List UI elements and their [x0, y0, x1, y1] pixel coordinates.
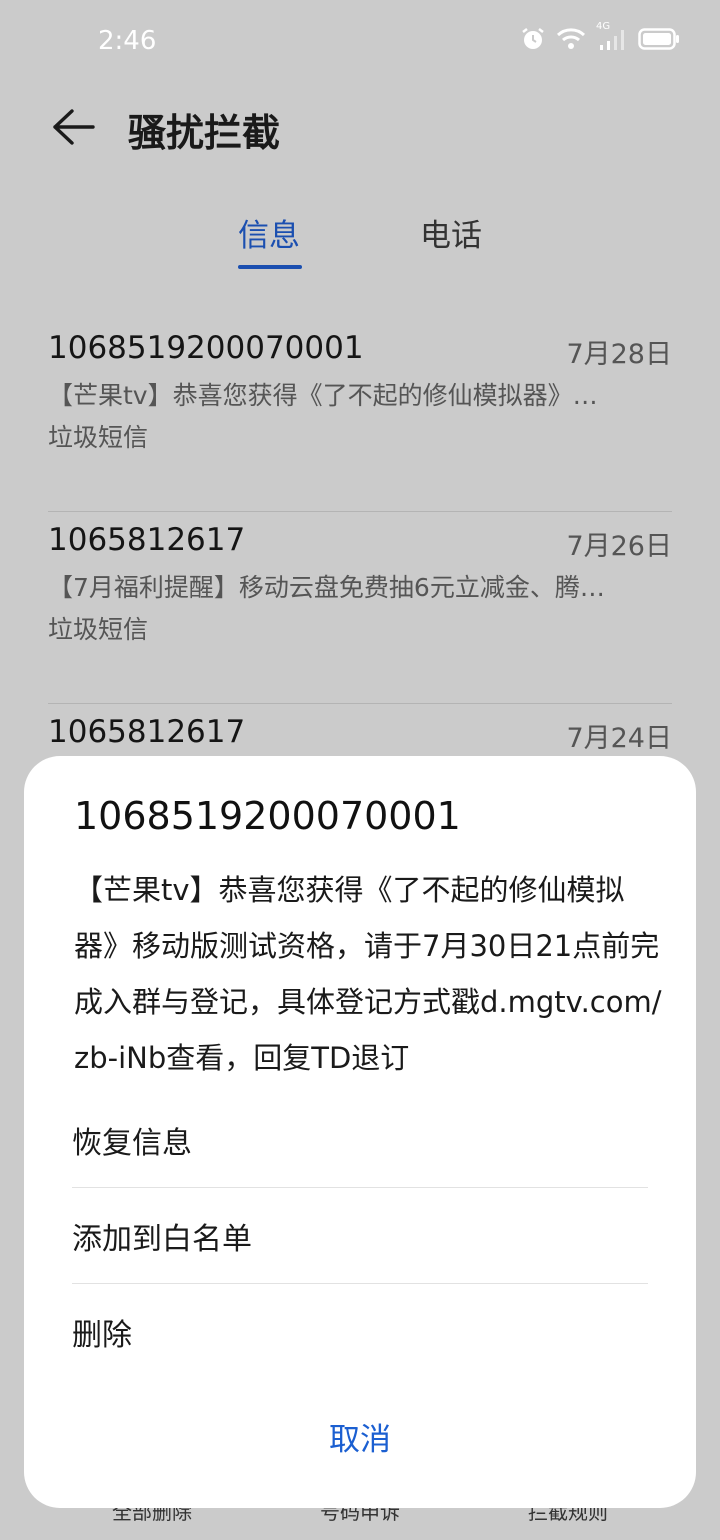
message-type: 垃圾短信: [48, 423, 149, 452]
wifi-icon: [556, 27, 586, 51]
add-to-whitelist-label: 添加到白名单: [72, 1221, 252, 1257]
restore-message-label: 恢复信息: [72, 1125, 192, 1161]
tab-bar: 信息 电话: [0, 210, 720, 280]
message-sender: 1065812617: [48, 714, 246, 750]
sheet-title: 1068519200070001: [74, 794, 461, 838]
message-preview: 【7月福利提醒】移动云盘免费抽6元立减金、腾…: [48, 573, 605, 602]
add-to-whitelist-button[interactable]: 添加到白名单: [72, 1188, 648, 1284]
delete-message-button[interactable]: 删除: [72, 1284, 648, 1380]
back-button[interactable]: [46, 100, 100, 154]
list-item[interactable]: 1065812617 7月26日 【7月福利提醒】移动云盘免费抽6元立减金、腾……: [48, 512, 672, 704]
status-bar: 2:46 4G: [0, 0, 720, 84]
restore-message-button[interactable]: 恢复信息: [72, 1092, 648, 1188]
tab-active-indicator: [238, 265, 302, 269]
message-date: 7月24日: [566, 723, 672, 754]
message-date: 7月26日: [566, 531, 672, 562]
page-title: 骚扰拦截: [128, 111, 281, 155]
status-icons: 4G: [520, 21, 680, 52]
message-action-sheet: 1068519200070001 【芒果tv】恭喜您获得《了不起的修仙模拟器》移…: [24, 756, 696, 1508]
message-type: 垃圾短信: [48, 615, 149, 644]
list-item[interactable]: 1068519200070001 7月28日 【芒果tv】恭喜您获得《了不起的修…: [48, 320, 672, 512]
delete-message-label: 删除: [72, 1318, 132, 1353]
cancel-button[interactable]: 取消: [24, 1396, 696, 1476]
message-preview: 【芒果tv】恭喜您获得《了不起的修仙模拟器》…: [48, 381, 598, 410]
tab-messages[interactable]: 信息: [238, 210, 300, 255]
alarm-icon: [520, 26, 546, 52]
message-sender: 1065812617: [48, 522, 246, 558]
back-arrow-icon: [53, 109, 95, 145]
tab-calls[interactable]: 电话: [420, 210, 482, 255]
cellular-signal-icon: 4G: [596, 21, 628, 51]
message-sender: 1068519200070001: [48, 330, 364, 366]
battery-icon: [638, 27, 680, 51]
network-type-label: 4G: [596, 21, 611, 32]
message-date: 7月28日: [566, 339, 672, 370]
sheet-message-body: 【芒果tv】恭喜您获得《了不起的修仙模拟器》移动版测试资格，请于7月30日21点…: [74, 873, 662, 1075]
status-time: 2:46: [98, 26, 157, 56]
header: 骚扰拦截: [0, 90, 720, 170]
